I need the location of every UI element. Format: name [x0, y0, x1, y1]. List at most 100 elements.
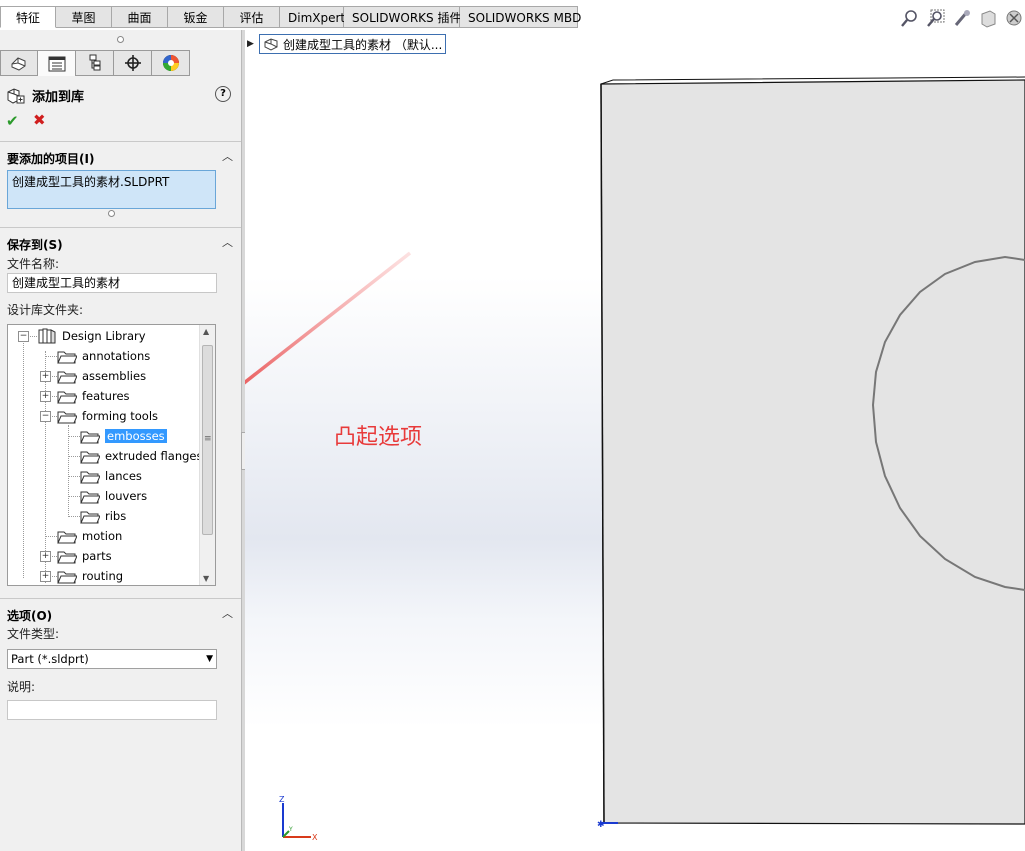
tab-featuremanager[interactable] — [0, 50, 38, 76]
panel-resize-handle[interactable] — [117, 36, 124, 43]
options-group: 选项(O) ︿ — [0, 598, 241, 747]
part-icon — [264, 38, 278, 51]
collapse-icon[interactable]: ︿ — [222, 148, 233, 164]
flyout-part-name: 创建成型工具的素材 （默认... — [283, 37, 443, 52]
folder-icon — [57, 371, 77, 383]
configurationmanager-icon — [89, 54, 100, 71]
list-resize-handle[interactable] — [108, 210, 115, 217]
collapse-toggle[interactable]: − — [40, 411, 51, 422]
folder-icon — [57, 551, 77, 563]
dropdown-arrow-icon: ▼ — [206, 654, 213, 664]
file-type-label: 文件类型: — [7, 627, 60, 641]
tree-item-forming-tools[interactable]: forming tools — [57, 406, 158, 426]
folder-icon — [57, 351, 77, 363]
folder-icon — [80, 451, 100, 463]
tree-item-features[interactable]: features — [57, 386, 130, 406]
tab-dimxpertmanager[interactable] — [114, 50, 152, 76]
file-type-value: Part (*.sldprt) — [11, 652, 89, 666]
property-manager-header: 添加到库 — [6, 84, 84, 106]
tree-item-assemblies[interactable]: assemblies — [57, 366, 146, 386]
folder-icon — [80, 471, 100, 483]
tab-sheet-metal[interactable]: 钣金 — [168, 6, 224, 28]
design-library-folder-label: 设计库文件夹: — [7, 303, 84, 317]
description-field[interactable] — [7, 700, 217, 720]
file-name-value: 创建成型工具的素材 — [12, 276, 121, 290]
expand-toggle[interactable]: + — [40, 551, 51, 562]
expand-toggle[interactable]: + — [40, 571, 51, 582]
feature-tree-flyout[interactable]: ▶ 创建成型工具的素材 （默认... — [247, 34, 447, 54]
tab-configurationmanager[interactable] — [76, 50, 114, 76]
heads-up-view-toolbar — [900, 8, 1024, 28]
featuremanager-icon — [11, 57, 26, 71]
tree-item-design-library[interactable]: Design Library — [37, 326, 146, 346]
view-orientation-icon[interactable] — [1004, 8, 1024, 28]
item-to-add[interactable]: 创建成型工具的素材.SLDPRT — [12, 175, 169, 189]
tree-item-ribs[interactable]: ribs — [80, 506, 126, 526]
command-manager: 特征 草图 曲面 钣金 评估 DimXpert SOLIDWORKS 插件 SO… — [0, 0, 1025, 30]
expand-arrow-icon[interactable]: ▶ — [247, 39, 259, 49]
graphics-area[interactable]: ✱ ▶ 创建成型工具的素材 （默认... 凸起选项 Z X Y — [245, 30, 1025, 851]
file-type-select[interactable]: Part (*.sldprt) ▼ — [7, 649, 217, 669]
collapse-toggle[interactable]: − — [18, 331, 29, 342]
tree-item-annotations[interactable]: annotations — [57, 346, 150, 366]
folder-icon — [80, 431, 100, 443]
selected-item-label: embosses — [105, 429, 167, 443]
grip-icon: ≡ — [204, 434, 212, 444]
design-library-icon — [38, 328, 56, 344]
scroll-up-arrow-icon[interactable]: ▲ — [203, 327, 209, 336]
triad-y-label: Y — [288, 826, 293, 833]
folder-icon — [57, 391, 77, 403]
dimxpertmanager-icon — [124, 55, 141, 71]
tree-item-lances[interactable]: lances — [80, 466, 142, 486]
previous-view-icon[interactable] — [952, 8, 972, 28]
tree-item-embosses[interactable]: embosses — [80, 426, 167, 446]
cancel-button[interactable]: ✖ — [33, 111, 46, 129]
displaymanager-icon — [162, 55, 179, 71]
scroll-down-arrow-icon[interactable]: ▼ — [203, 574, 209, 583]
expand-toggle[interactable]: + — [40, 391, 51, 402]
file-name-field[interactable]: 创建成型工具的素材 — [7, 273, 217, 293]
svg-text:✱: ✱ — [597, 820, 605, 830]
add-to-library-icon — [7, 88, 25, 104]
zoom-area-icon[interactable] — [926, 8, 946, 28]
folder-icon — [80, 511, 100, 523]
design-library-tree[interactable]: − Design Library annotations + assemblie… — [7, 324, 216, 586]
collapse-icon[interactable]: ︿ — [222, 234, 233, 250]
scrollbar-thumb[interactable]: ≡ — [202, 345, 213, 535]
tab-dimxpert[interactable]: DimXpert — [280, 6, 345, 28]
expand-toggle[interactable]: + — [40, 371, 51, 382]
tree-item-louvers[interactable]: louvers — [80, 486, 147, 506]
ok-button[interactable]: ✔ — [6, 112, 19, 130]
manager-tabs — [0, 50, 220, 76]
tab-solidworks-mbd[interactable]: SOLIDWORKS MBD — [460, 6, 581, 28]
file-name-label: 文件名称: — [7, 257, 60, 271]
description-label: 说明: — [7, 680, 36, 694]
tab-propertymanager[interactable] — [38, 50, 76, 76]
tree-item-parts[interactable]: parts — [57, 546, 112, 566]
tree-item-motion[interactable]: motion — [57, 526, 122, 546]
collapse-icon[interactable]: ︿ — [222, 605, 233, 621]
propertymanager-icon — [48, 56, 65, 71]
items-to-add-list[interactable]: 创建成型工具的素材.SLDPRT — [7, 170, 216, 209]
flyout-part-item[interactable]: 创建成型工具的素材 （默认... — [259, 34, 447, 54]
tab-features[interactable]: 特征 — [0, 6, 56, 28]
command-manager-tabs: 特征 草图 曲面 钣金 评估 DimXpert SOLIDWORKS 插件 SO… — [0, 6, 581, 28]
folder-icon — [57, 571, 77, 583]
help-icon[interactable]: ? — [215, 86, 231, 102]
section-view-icon[interactable] — [978, 8, 998, 28]
tree-scrollbar[interactable]: ▲ ≡ ▼ — [199, 325, 215, 585]
tab-surfaces[interactable]: 曲面 — [112, 6, 168, 28]
tab-evaluate[interactable]: 评估 — [224, 6, 280, 28]
tree-item-routing[interactable]: routing — [57, 566, 123, 585]
tab-solidworks-addins[interactable]: SOLIDWORKS 插件 — [344, 6, 461, 28]
folder-icon — [57, 531, 77, 543]
reference-triad: Z X Y — [279, 795, 318, 842]
annotation-text: 凸起选项 — [334, 425, 423, 450]
tab-sketch[interactable]: 草图 — [56, 6, 112, 28]
tab-displaymanager[interactable] — [152, 50, 190, 76]
tree-item-extruded-flanges[interactable]: extruded flanges — [80, 446, 202, 466]
property-manager-title: 添加到库 — [32, 89, 85, 105]
zoom-to-fit-icon[interactable] — [900, 8, 920, 28]
property-manager-panel: 添加到库 ? ✔ ✖ 要添加的项目(I) ︿ 创建成型工具的素材.SLDPRT … — [0, 30, 241, 851]
folder-icon — [80, 491, 100, 503]
